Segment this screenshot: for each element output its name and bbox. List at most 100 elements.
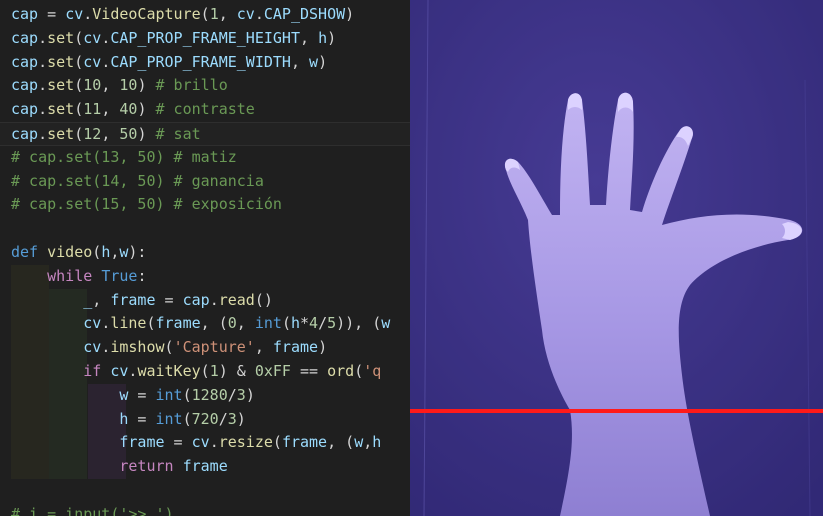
code-token: 0 (227, 314, 237, 333)
code-token: 3 (227, 409, 237, 428)
code-line[interactable]: def video(h,w): (0, 241, 410, 265)
code-token: / (227, 385, 237, 404)
code-text: # i = input('>> ') (11, 503, 174, 516)
reference-line (410, 409, 823, 413)
code-token: CAP_PROP_FRAME_HEIGHT (110, 28, 300, 47)
code-token: ( (74, 52, 84, 71)
code-token: ) (137, 100, 156, 119)
code-token: ) (245, 385, 255, 404)
code-token: / (318, 314, 328, 333)
code-line[interactable]: h = int(720/3) (0, 407, 410, 432)
code-line[interactable]: cap.set(10, 10) # brillo (0, 74, 410, 98)
code-token: ( (354, 361, 364, 380)
code-token: cv (110, 361, 129, 380)
code-text: _, frame = cap.read() (11, 289, 273, 313)
code-token: ( (146, 314, 156, 333)
code-token: . (101, 314, 111, 333)
code-token: ) (318, 52, 328, 71)
code-token: == (290, 361, 328, 380)
code-token: ) & (218, 361, 255, 380)
code-token: , (236, 314, 255, 333)
code-token: = (155, 290, 183, 309)
code-line[interactable]: while True: (0, 264, 410, 289)
code-token: cap (182, 290, 210, 309)
code-text: cap.set(cv.CAP_PROP_FRAME_WIDTH, w) (11, 51, 327, 75)
code-text: frame = cv.resize(frame, (w,h (11, 431, 381, 455)
code-token: . (101, 52, 111, 71)
code-token: frame (281, 433, 328, 452)
code-token: set (47, 76, 75, 95)
code-area[interactable]: cap = cv.VideoCapture(1, cv.CAP_DSHOW) ca… (0, 3, 410, 516)
code-line[interactable]: cap.set(12, 50) # sat (0, 121, 410, 146)
code-token: ) (236, 409, 246, 428)
code-line[interactable] (0, 217, 410, 241)
code-line[interactable]: cap = cv.VideoCapture(1, cv.CAP_DSHOW) (0, 3, 410, 27)
code-token: 11 (83, 100, 102, 119)
code-token: . (254, 5, 264, 23)
code-token: / (218, 409, 228, 428)
code-line[interactable]: w = int(1280/3) (0, 383, 410, 408)
code-token: , (218, 5, 237, 23)
capture-window (410, 0, 823, 516)
code-token: , (290, 52, 310, 71)
code-line[interactable]: _, frame = cap.read() (0, 288, 410, 313)
code-token: int (155, 385, 183, 404)
code-token: . (38, 52, 48, 71)
code-token: 1 (209, 361, 219, 380)
code-line[interactable] (0, 479, 410, 503)
code-token: 'Capture' (173, 338, 255, 357)
code-token: 10 (119, 76, 138, 95)
code-line[interactable]: cap.set(cv.CAP_PROP_FRAME_WIDTH, w) (0, 51, 410, 75)
code-text: # cap.set(15, 50) # exposición (11, 193, 282, 217)
code-token: cap (11, 100, 39, 119)
code-line[interactable]: cv.imshow('Capture', frame) (0, 336, 410, 360)
code-token: cv (83, 28, 102, 47)
code-line[interactable]: # cap.set(13, 50) # matiz (0, 146, 410, 170)
code-token: , (254, 338, 273, 357)
code-token: # cap.set(13, 50) # matiz (11, 147, 237, 166)
code-token: h (101, 242, 111, 261)
code-token: cap (11, 52, 39, 71)
code-line[interactable]: # i = input('>> ') (0, 503, 410, 516)
code-token: ) (137, 124, 156, 143)
code-token: True (101, 266, 138, 285)
code-token: # brillo (155, 76, 228, 95)
code-token: , (101, 124, 120, 143)
code-token: # contraste (155, 100, 255, 119)
code-token: 12 (83, 124, 102, 143)
code-editor[interactable]: cap = cv.VideoCapture(1, cv.CAP_DSHOW) ca… (0, 0, 410, 516)
code-token: ( (74, 28, 84, 47)
code-line[interactable]: cv.line(frame, (0, int(h*4/5)), (w (0, 312, 410, 337)
code-token: cap (11, 28, 39, 47)
code-text: cv.line(frame, (0, int(h*4/5)), (w (11, 312, 390, 336)
code-line[interactable]: cap.set(11, 40) # contraste (0, 98, 410, 122)
code-line[interactable]: if cv.waitKey(1) & 0xFF == ord('q (0, 359, 410, 384)
code-line[interactable]: cap.set(cv.CAP_PROP_FRAME_HEIGHT, h) (0, 27, 410, 51)
code-token: ( (200, 361, 210, 380)
code-token: = (128, 409, 156, 428)
code-token: 'q (363, 361, 382, 380)
code-token: h (318, 28, 328, 47)
code-token: = (128, 385, 156, 404)
code-token: ( (74, 76, 84, 95)
code-token: # cap.set(14, 50) # ganancia (11, 171, 264, 190)
code-line[interactable]: frame = cv.resize(frame, (w,h (0, 431, 410, 456)
code-line[interactable]: # cap.set(15, 50) # exposición (0, 193, 410, 217)
code-line[interactable]: # cap.set(14, 50) # ganancia (0, 170, 410, 194)
code-token: ( (92, 242, 102, 261)
code-token: def (11, 242, 39, 261)
code-token: cv (65, 5, 84, 23)
code-token: . (38, 28, 48, 47)
code-token: set (47, 124, 75, 143)
code-token: . (101, 28, 111, 47)
code-token: VideoCapture (92, 5, 201, 23)
code-text: def video(h,w): (11, 241, 146, 265)
code-token: line (110, 314, 147, 333)
code-line[interactable]: return frame (0, 455, 410, 479)
